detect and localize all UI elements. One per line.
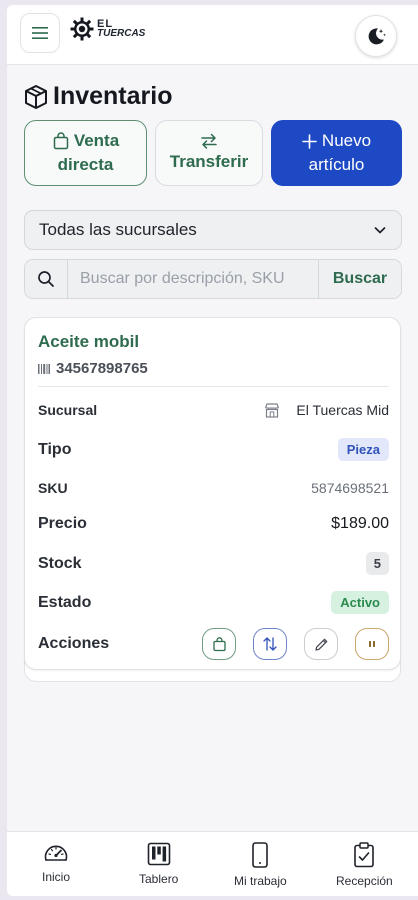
- menu-button[interactable]: [20, 13, 60, 53]
- transfer-item-button[interactable]: [253, 628, 287, 660]
- sku-label: SKU: [38, 480, 68, 496]
- stock-label: Stock: [38, 554, 82, 572]
- app-shell: EL TUERCAS Inventario Venta directa Tran…: [7, 5, 418, 896]
- logo-text-bottom: TUERCAS: [97, 28, 146, 39]
- row-sku: SKU 5874698521: [38, 480, 389, 496]
- pause-item-button[interactable]: [355, 628, 389, 660]
- bottom-nav: Inicio Tablero Mi trabajo Recepción: [7, 831, 418, 896]
- row-price: Precio $189.00: [38, 515, 389, 533]
- branch-select-value: Todas las sucursales: [39, 220, 197, 239]
- sku-value: 5874698521: [311, 480, 389, 496]
- price-value: $189.00: [331, 515, 389, 532]
- search-icon: [38, 271, 54, 287]
- clipboard-check-icon: [354, 842, 375, 868]
- theme-toggle-button[interactable]: [355, 15, 397, 57]
- actions-label: Acciones: [38, 635, 110, 652]
- branch-select[interactable]: Todas las sucursales: [24, 210, 402, 250]
- branch-label: Sucursal: [38, 402, 98, 418]
- item-barcode-value: 34567898765: [56, 360, 148, 377]
- stock-badge: 5: [365, 552, 389, 575]
- nav-item-reception[interactable]: Recepción: [336, 842, 393, 888]
- branch-value: El Tuercas Mid: [296, 402, 389, 418]
- direct-sale-label-2: directa: [57, 155, 114, 174]
- inventory-item-card: Aceite mobil 34567898765 Sucursal El Tue…: [24, 317, 401, 670]
- status-badge: Activo: [331, 591, 389, 614]
- smartphone-icon: [252, 842, 269, 868]
- nav-item-board[interactable]: Tablero: [139, 842, 178, 886]
- moon-stars-icon: [368, 28, 386, 45]
- box-icon: [25, 84, 47, 109]
- nav-reception-label: Recepción: [336, 874, 393, 888]
- item-barcode: 34567898765: [38, 360, 148, 377]
- nav-board-label: Tablero: [139, 872, 179, 886]
- plus-icon: [302, 133, 317, 149]
- row-type: Tipo Pieza: [38, 438, 389, 461]
- kanban-board-icon: [147, 842, 170, 866]
- transfer-button[interactable]: Transferir: [155, 120, 263, 186]
- brand-logo[interactable]: EL TUERCAS: [70, 17, 145, 41]
- shopping-bag-icon: [212, 636, 226, 651]
- row-status: Estado Activo: [38, 591, 389, 614]
- shopping-bag-icon: [53, 132, 69, 150]
- page-title-text: Inventario: [53, 82, 173, 110]
- chevron-down-icon: [374, 227, 386, 234]
- row-branch: Sucursal El Tuercas Mid: [38, 402, 389, 418]
- sell-item-button[interactable]: [202, 628, 236, 660]
- store-icon: [265, 402, 280, 418]
- nav-mywork-label: Mi trabajo: [234, 874, 287, 888]
- new-item-label-1: Nuevo: [321, 131, 372, 150]
- price-label: Precio: [38, 515, 87, 532]
- status-label: Estado: [38, 593, 92, 611]
- transfer-arrows-icon: [201, 133, 217, 149]
- gear-icon: [70, 17, 94, 41]
- top-bar: EL TUERCAS: [7, 5, 418, 65]
- page-title: Inventario: [23, 82, 172, 111]
- search-icon-box: [25, 260, 68, 298]
- search-bar: Buscar: [24, 259, 402, 299]
- nav-item-mywork[interactable]: Mi trabajo: [234, 842, 287, 888]
- direct-sale-button[interactable]: Venta directa: [24, 120, 147, 186]
- type-badge: Pieza: [337, 438, 389, 461]
- nav-home-label: Inicio: [42, 870, 71, 884]
- speedometer-icon: [44, 845, 68, 861]
- nav-item-home[interactable]: Inicio: [42, 842, 70, 884]
- transfer-label: Transferir: [169, 152, 249, 171]
- swap-vertical-icon: [263, 637, 277, 651]
- item-name[interactable]: Aceite mobil: [38, 332, 139, 352]
- type-label: Tipo: [38, 440, 72, 458]
- search-button[interactable]: Buscar: [318, 260, 401, 298]
- hamburger-icon: [32, 27, 48, 39]
- row-stock: Stock 5: [38, 552, 389, 575]
- card-divider: [38, 386, 389, 387]
- barcode-icon: [38, 363, 50, 374]
- new-item-button[interactable]: Nuevo artículo: [271, 120, 402, 186]
- direct-sale-label-1: Venta: [73, 131, 120, 150]
- edit-item-button[interactable]: [304, 628, 338, 660]
- pause-icon: [369, 641, 375, 647]
- search-input[interactable]: [68, 260, 318, 298]
- pencil-icon: [314, 638, 327, 651]
- row-actions: Acciones: [38, 628, 389, 660]
- new-item-label-2: artículo: [308, 155, 365, 174]
